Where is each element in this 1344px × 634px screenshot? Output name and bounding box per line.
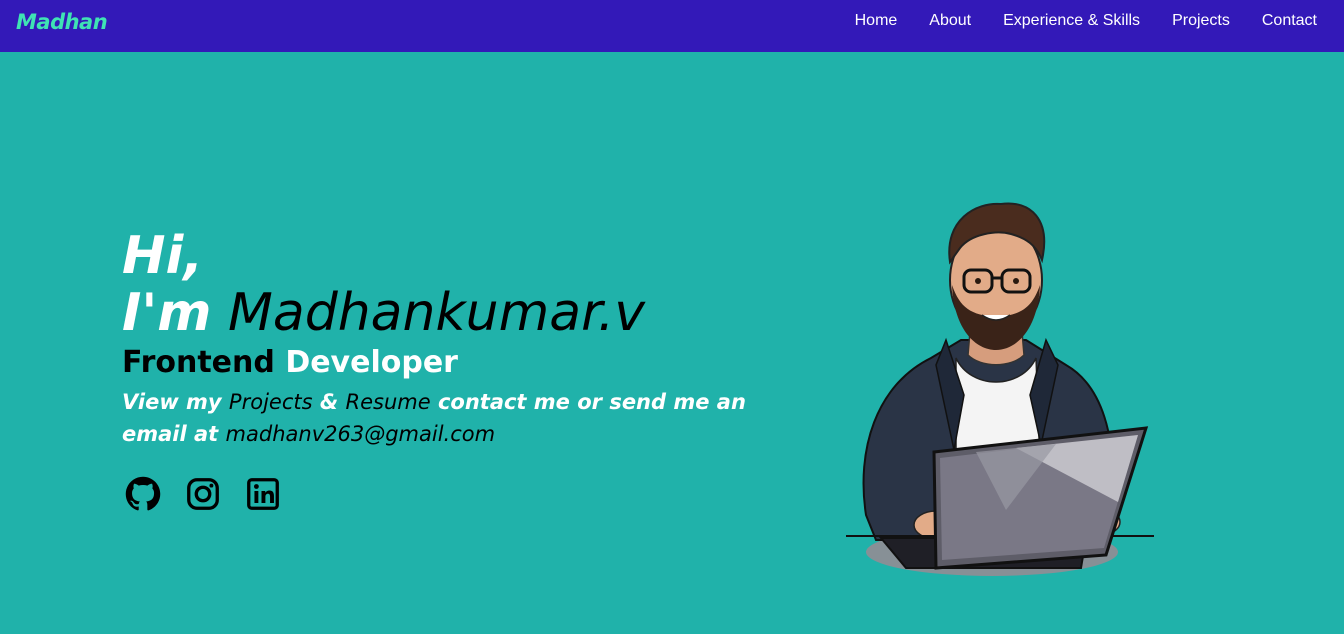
hero-role: Frontend Developer (122, 344, 762, 382)
instagram-icon[interactable] (185, 476, 221, 512)
role-part1: Frontend (122, 345, 275, 380)
hero-blurb: View my Projects & Resume contact me or … (122, 386, 762, 450)
hero-text: Hi, I'm Madhankumar.v Frontend Developer… (122, 226, 762, 450)
developer-avatar-illustration (846, 202, 1154, 576)
blurb-view: View my (122, 390, 222, 414)
nav-link-projects[interactable]: Projects (1172, 12, 1230, 30)
intro-prefix: I'm (122, 283, 212, 343)
hero-greeting: Hi, (122, 226, 204, 286)
nav-link-contact[interactable]: Contact (1262, 12, 1317, 30)
nav-link-experience-skills[interactable]: Experience & Skills (1003, 12, 1140, 30)
projects-link[interactable]: Projects (229, 390, 313, 414)
nav-link-about[interactable]: About (929, 12, 971, 30)
nav-links: Home About Experience & Skills Projects … (855, 0, 1317, 52)
navbar: Madhan Home About Experience & Skills Pr… (0, 0, 1344, 52)
email-link[interactable]: madhanv263@gmail.com (226, 422, 496, 446)
social-links (125, 476, 281, 512)
blurb-at: at (194, 422, 219, 446)
github-icon[interactable] (125, 476, 161, 512)
hero-name: Madhankumar.v (227, 283, 645, 343)
hero-intro: I'm Madhankumar.v (122, 284, 762, 342)
nav-link-home[interactable]: Home (855, 12, 898, 30)
linkedin-icon[interactable] (245, 476, 281, 512)
role-part2: Developer (285, 345, 458, 380)
resume-link[interactable]: Resume (346, 390, 431, 414)
site-logo[interactable]: Madhan (16, 10, 108, 34)
blurb-amp: & (319, 390, 339, 414)
